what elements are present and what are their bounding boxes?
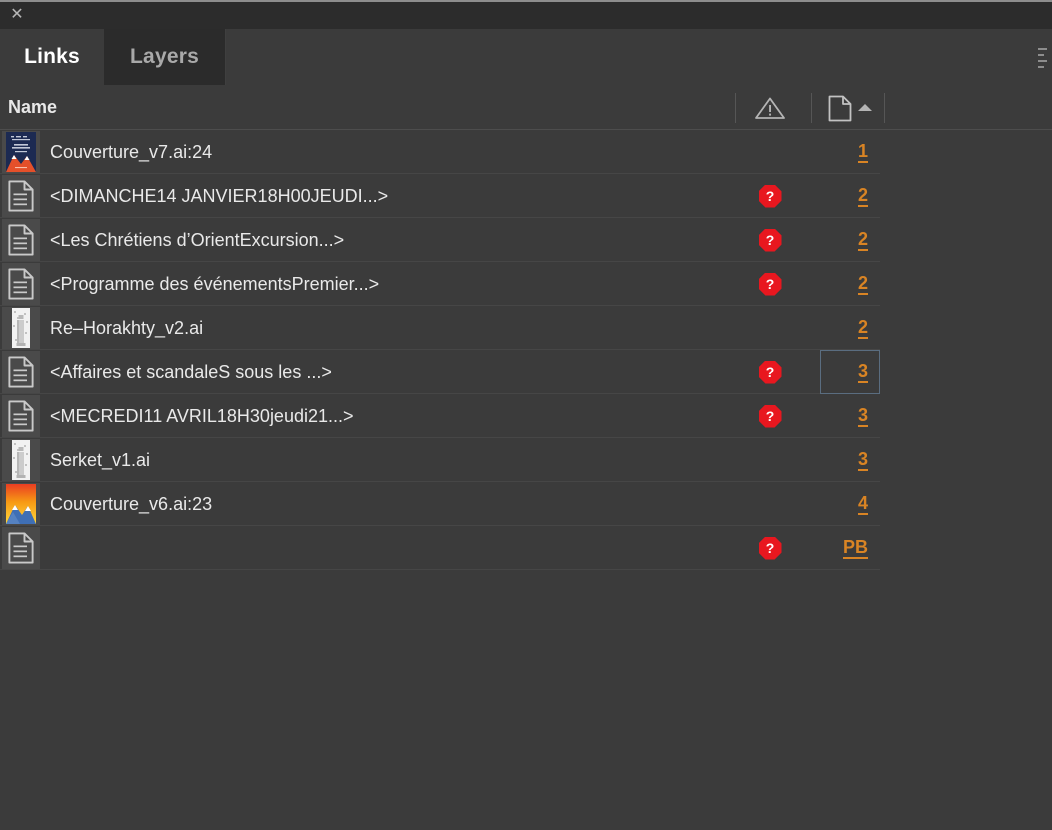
- link-thumbnail: [2, 175, 40, 217]
- tab-layers[interactable]: Layers: [104, 29, 226, 85]
- page-number-link[interactable]: 2: [857, 185, 868, 207]
- page-number-link[interactable]: 3: [857, 405, 868, 427]
- missing-link-glyph: ?: [765, 275, 775, 292]
- panel-menu-icon[interactable]: [1038, 48, 1048, 68]
- link-status-cell: [753, 130, 787, 174]
- page-number-link[interactable]: 1: [857, 141, 868, 163]
- link-thumbnail: [2, 483, 40, 525]
- table-row[interactable]: <Programme des événementsPremier...>? 2: [0, 262, 880, 306]
- tabstrip-filler: [226, 29, 1052, 85]
- column-divider: [884, 93, 885, 123]
- page-column-header[interactable]: [828, 95, 878, 122]
- page-number-cell[interactable]: 2: [820, 174, 880, 218]
- link-status-cell: ?: [753, 394, 787, 438]
- column-header-row: Name: [0, 85, 1052, 130]
- link-name: <Affaires et scandaleS sous les ...>: [50, 361, 332, 382]
- column-header-name[interactable]: Name: [8, 97, 57, 118]
- link-thumbnail: [2, 351, 40, 393]
- table-row[interactable]: ? PB: [0, 526, 880, 570]
- page-number-cell[interactable]: 1: [820, 130, 880, 174]
- link-thumbnail: [2, 439, 40, 481]
- link-name: <MECREDI11 AVRIL18H30jeudi21...>: [50, 405, 354, 426]
- table-row[interactable]: <MECREDI11 AVRIL18H30jeudi21...>? 3: [0, 394, 880, 438]
- page-number-cell[interactable]: 2: [820, 306, 880, 350]
- missing-link-glyph: ?: [765, 187, 775, 204]
- table-row[interactable]: Couverture_v7.ai:24 1: [0, 130, 880, 174]
- page-number-link[interactable]: 3: [857, 449, 868, 471]
- page-icon: [828, 95, 852, 122]
- link-name: Couverture_v7.ai:24: [50, 141, 213, 162]
- column-divider: [811, 93, 812, 123]
- page-number-cell[interactable]: 3: [820, 394, 880, 438]
- link-name: Re–Horakhty_v2.ai: [50, 317, 204, 338]
- table-row[interactable]: <Affaires et scandaleS sous les ...>? 3: [0, 350, 880, 394]
- link-name: <Programme des événementsPremier...>: [50, 273, 380, 294]
- links-panel-window: ✕ Links Layers Name Couverture_v7.ai:24 …: [0, 0, 1052, 830]
- link-status-cell: [753, 306, 787, 350]
- missing-link-glyph: ?: [765, 231, 775, 248]
- table-row[interactable]: Couverture_v6.ai:23 4: [0, 482, 880, 526]
- missing-link-icon[interactable]: ?: [758, 360, 782, 384]
- page-number-link[interactable]: 2: [857, 317, 868, 339]
- link-name: Couverture_v6.ai:23: [50, 493, 213, 514]
- page-number-link[interactable]: PB: [842, 537, 868, 559]
- link-status-cell: ?: [753, 174, 787, 218]
- page-number-cell[interactable]: 2: [820, 218, 880, 262]
- link-name: <DIMANCHE14 JANVIER18H00JEUDI...>: [50, 185, 389, 206]
- link-status-cell: ?: [753, 350, 787, 394]
- panel-tabstrip: Links Layers: [0, 29, 1052, 85]
- page-number-link[interactable]: 3: [857, 361, 868, 383]
- missing-link-icon[interactable]: ?: [758, 228, 782, 252]
- missing-link-glyph: ?: [765, 407, 775, 424]
- page-number-link[interactable]: 4: [857, 493, 868, 515]
- missing-link-icon[interactable]: ?: [758, 404, 782, 428]
- link-thumbnail: [2, 131, 40, 173]
- link-thumbnail: [2, 219, 40, 261]
- page-number-cell[interactable]: PB: [820, 526, 880, 570]
- missing-link-icon[interactable]: ?: [758, 536, 782, 560]
- link-name: <Les Chrétiens d’OrientExcursion...>: [50, 229, 345, 250]
- missing-link-icon[interactable]: ?: [758, 272, 782, 296]
- link-status-cell: ?: [753, 218, 787, 262]
- page-number-cell[interactable]: 3: [820, 438, 880, 482]
- page-number-link[interactable]: 2: [857, 273, 868, 295]
- links-list: Couverture_v7.ai:24 1 <DIMANCHE14 JANVIER1…: [0, 130, 1052, 570]
- link-thumbnail: [2, 395, 40, 437]
- link-thumbnail: [2, 527, 40, 569]
- table-row[interactable]: <Les Chrétiens d’OrientExcursion...>? 2: [0, 218, 880, 262]
- missing-link-glyph: ?: [765, 363, 775, 380]
- sort-ascending-icon[interactable]: [858, 104, 872, 111]
- link-status-cell: [753, 482, 787, 526]
- close-icon[interactable]: ✕: [8, 6, 26, 24]
- column-divider: [735, 93, 736, 123]
- page-number-cell[interactable]: 4: [820, 482, 880, 526]
- page-number-cell[interactable]: 2: [820, 262, 880, 306]
- link-status-cell: ?: [753, 262, 787, 306]
- table-row[interactable]: <DIMANCHE14 JANVIER18H00JEUDI...>? 2: [0, 174, 880, 218]
- link-thumbnail: [2, 307, 40, 349]
- tab-links[interactable]: Links: [0, 29, 104, 85]
- table-row[interactable]: Serket_v1.ai 3: [0, 438, 880, 482]
- link-name: Serket_v1.ai: [50, 449, 151, 470]
- table-row[interactable]: Re–Horakhty_v2.ai 2: [0, 306, 880, 350]
- warning-triangle-icon[interactable]: [753, 96, 787, 120]
- window-titlebar: ✕: [0, 0, 1052, 29]
- link-status-cell: ?: [753, 526, 787, 570]
- page-number-link[interactable]: 2: [857, 229, 868, 251]
- link-status-cell: [753, 438, 787, 482]
- link-thumbnail: [2, 263, 40, 305]
- page-number-cell[interactable]: 3: [820, 350, 880, 394]
- missing-link-glyph: ?: [765, 539, 775, 556]
- missing-link-icon[interactable]: ?: [758, 184, 782, 208]
